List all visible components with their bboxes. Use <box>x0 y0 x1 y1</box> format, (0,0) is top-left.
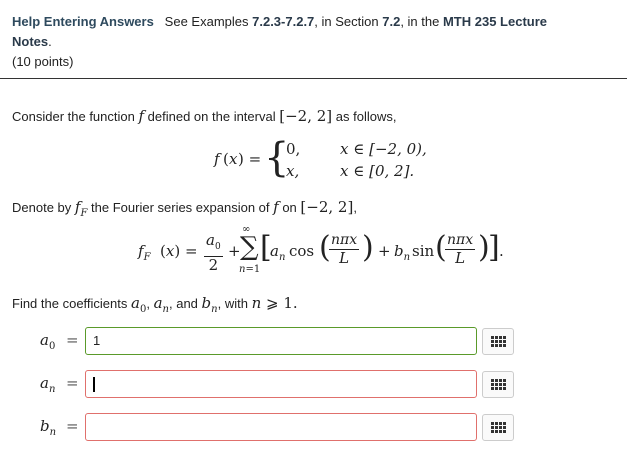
equals-sign: = <box>66 374 79 392</box>
fourier-series-symbol: fF <box>74 198 88 219</box>
equals-sign: = <box>66 417 79 435</box>
in-the-text: , in the <box>400 14 440 29</box>
points-value: (10 points) <box>12 54 74 69</box>
lecture-notes-title-2: Notes <box>12 34 49 49</box>
answer-row-an: an = <box>0 370 636 400</box>
piecewise-definition: f ( x ) = { 0, x ∈ [−2, 0), x, x ∈ [0, 2… <box>214 135 427 181</box>
matrix-grid-icon <box>490 422 506 433</box>
matrix-button-a0[interactable] <box>482 328 514 355</box>
fourier-series-formula: fF (x) = a0 2 + ∞ ∑ n=1 [ an cos ( nπx L )… <box>138 224 504 275</box>
answer-row-a0: a0 = 1 <box>0 327 636 357</box>
interval-text: [−2, 2] <box>279 107 333 125</box>
piece-1-value: 0, <box>286 140 301 158</box>
piece-2-value: x, <box>286 162 300 180</box>
header-divider <box>0 78 627 79</box>
answer-label-an: an <box>40 374 56 395</box>
text-caret <box>93 377 95 393</box>
intro-pre: Consider the function <box>12 109 135 124</box>
piece-1-condition: x ∈ [−2, 0), <box>340 140 427 158</box>
matrix-button-an[interactable] <box>482 371 514 398</box>
intro-post: as follows, <box>335 109 397 124</box>
answer-label-bn: bn <box>40 417 57 438</box>
see-examples-text: See Examples <box>164 14 249 29</box>
answer-label-a0: a0 <box>40 331 56 352</box>
matrix-grid-icon <box>490 336 506 347</box>
answer-input-an[interactable] <box>85 370 477 398</box>
answer-input-bn[interactable] <box>85 413 477 441</box>
answer-row-bn: bn = <box>0 413 636 443</box>
piece-2-condition: x ∈ [0, 2]. <box>340 162 415 180</box>
problem-header: Help Entering Answers See Examples 7.2.3… <box>12 14 548 69</box>
answer-input-a0[interactable]: 1 <box>85 327 477 355</box>
problem-intro: Consider the function f defined on the i… <box>12 107 396 125</box>
examples-range: 7.2.3-7.2.7 <box>252 14 315 29</box>
lecture-notes-title-1: MTH 235 Lecture <box>442 14 548 29</box>
matrix-grid-icon <box>490 379 506 390</box>
denote-text: Denote by fF the Fourier series expansio… <box>12 198 357 219</box>
matrix-button-bn[interactable] <box>482 414 514 441</box>
intro-mid: defined on the interval <box>147 109 276 124</box>
function-name: f <box>138 107 145 125</box>
find-coefficients-text: Find the coefficients a0, an, and bn, wi… <box>12 294 298 315</box>
section-number: 7.2 <box>382 14 401 29</box>
in-section-text: , in Section <box>314 14 379 29</box>
equals-sign: = <box>66 331 79 349</box>
help-entering-answers-link[interactable]: Help Entering Answers <box>12 14 154 29</box>
piecewise-lhs: f <box>214 150 220 168</box>
